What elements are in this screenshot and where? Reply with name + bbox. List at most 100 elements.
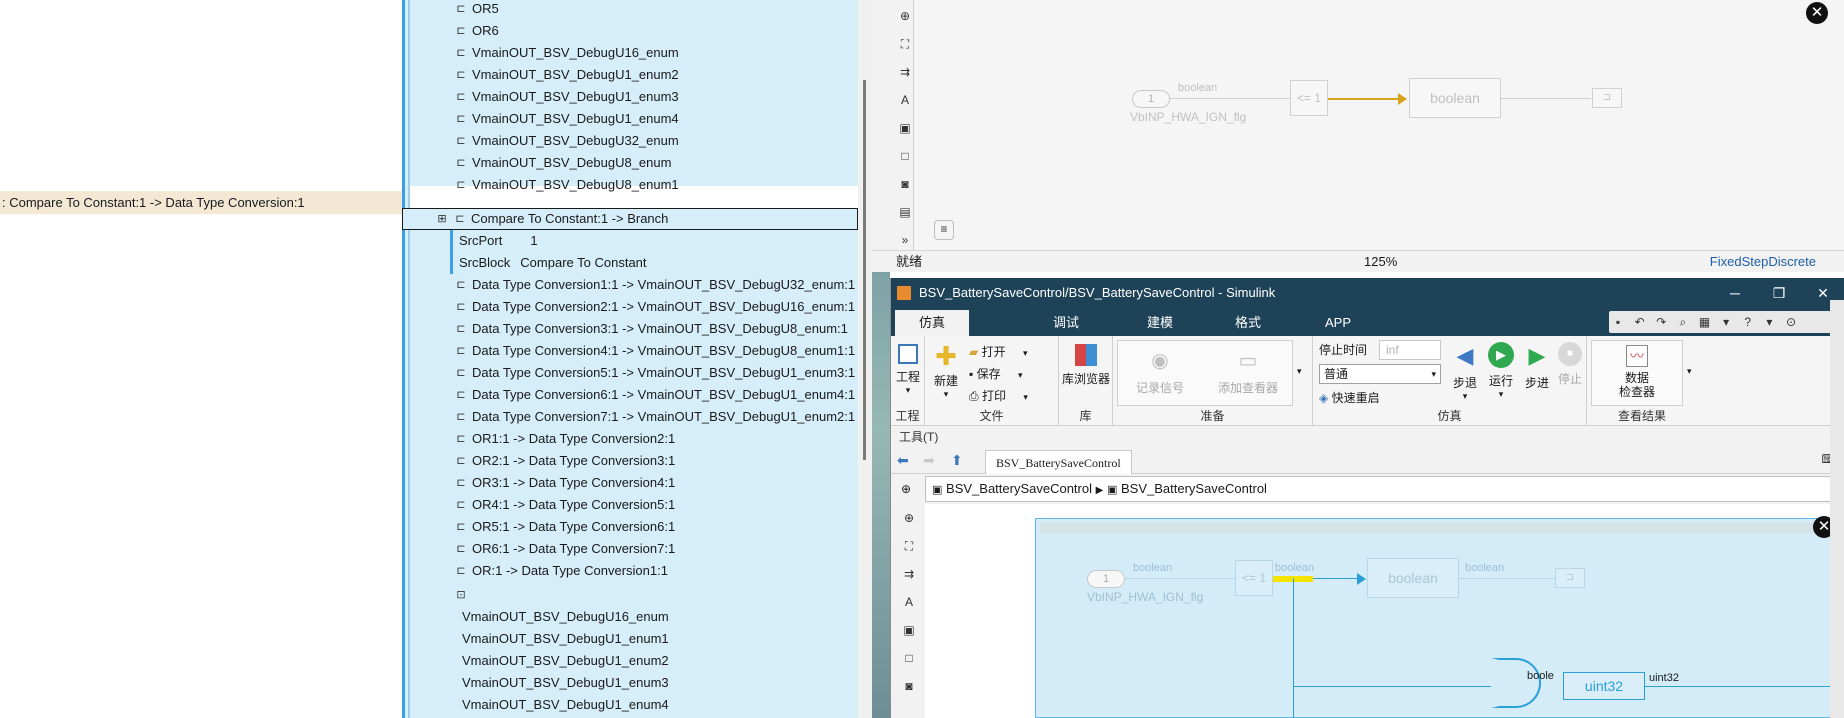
annotation-icon[interactable]: A bbox=[901, 594, 917, 610]
tree-item[interactable]: VmainOUT_BSV_DebugU1_enum4 bbox=[462, 694, 669, 716]
selection-area[interactable] bbox=[1035, 518, 1835, 718]
tree-scrollbar-thumb[interactable] bbox=[863, 80, 866, 460]
solver-link[interactable]: FixedStepDiscrete bbox=[1710, 251, 1816, 273]
output-wire[interactable] bbox=[1501, 98, 1591, 99]
model-tab[interactable]: BSV_BatterySaveControl bbox=[985, 450, 1132, 474]
expand-plus-icon[interactable]: ⊞ bbox=[435, 208, 449, 230]
signal-wire[interactable] bbox=[1170, 98, 1290, 99]
selected-signal-wire[interactable] bbox=[1328, 98, 1406, 100]
data-inspector-button[interactable]: 〰 数据 检查器 bbox=[1602, 345, 1672, 399]
compare-to-constant-block[interactable]: <= 1 bbox=[1235, 560, 1273, 596]
compare-to-constant-block[interactable]: <= 1 bbox=[1290, 80, 1328, 116]
output-wire[interactable] bbox=[1459, 578, 1555, 579]
tree-item[interactable]: ⊏ Data Type Conversion7:1 -> VmainOUT_BSV… bbox=[454, 406, 855, 428]
library-browser-button[interactable]: 库浏览器 bbox=[1059, 344, 1113, 387]
tree-item[interactable]: ⊏ OR4:1 -> Data Type Conversion5:1 bbox=[454, 494, 675, 516]
tab-debug[interactable]: 调试 bbox=[1029, 310, 1103, 336]
tab-apps[interactable]: APP bbox=[1301, 310, 1375, 336]
tree-item[interactable]: VmainOUT_BSV_DebugU1_enum2 bbox=[462, 650, 669, 672]
database-icon[interactable]: ≡ bbox=[934, 220, 954, 240]
hide-explorer-icon[interactable]: ⊕ bbox=[901, 482, 911, 496]
tab-simulation[interactable]: 仿真 bbox=[895, 310, 970, 336]
camera-icon[interactable]: ◙ bbox=[897, 176, 913, 192]
save-button[interactable]: ▪ 保存 ▾ bbox=[969, 364, 1023, 384]
tree-item[interactable]: ⊏ Data Type Conversion2:1 -> VmainOUT_BSV… bbox=[454, 296, 855, 318]
tree-item[interactable]: ⊏ VmainOUT_BSV_DebugU32_enum bbox=[454, 130, 678, 152]
zoom-icon[interactable]: ⊕ bbox=[901, 510, 917, 526]
stop-button[interactable]: ■ 停止 bbox=[1555, 342, 1585, 387]
fast-restart-toggle[interactable]: ◈ 快速重启 bbox=[1319, 388, 1380, 408]
image-icon[interactable]: ▣ bbox=[897, 120, 913, 136]
model-advisor-icon[interactable]: ▦ bbox=[1696, 311, 1714, 333]
tree-item-selected-line[interactable]: ⊞ ⊏ Compare To Constant:1 -> Branch bbox=[402, 208, 858, 230]
tree-item[interactable]: ⊏ OR1:1 -> Data Type Conversion2:1 bbox=[454, 428, 675, 450]
save-icon[interactable]: ▪ bbox=[1609, 311, 1627, 333]
help-icon[interactable]: ? bbox=[1739, 311, 1757, 333]
branch-wire-vertical[interactable] bbox=[1293, 578, 1294, 718]
gallery-expand-icon[interactable]: ▾ bbox=[1297, 366, 1302, 377]
tab-format[interactable]: 格式 bbox=[1211, 310, 1285, 336]
data-type-conversion-block[interactable]: boolean bbox=[1409, 78, 1501, 118]
undo-icon[interactable]: ↶ bbox=[1631, 311, 1649, 333]
maximize-icon[interactable]: ❐ bbox=[1757, 278, 1801, 308]
top-diagram-canvas[interactable]: ≡ 1 boolean VbINP_HWA_IGN_flg <= 1 boole… bbox=[914, 0, 1844, 250]
uint32-wire[interactable] bbox=[1645, 686, 1835, 687]
tree-item-annotation[interactable]: ⊡ bbox=[454, 584, 468, 606]
print-button[interactable]: ⎙ 打印 ▾ bbox=[969, 386, 1028, 406]
inport-block[interactable]: 1 bbox=[1087, 570, 1125, 588]
close-icon[interactable]: ✕ bbox=[1806, 2, 1828, 24]
area-icon[interactable]: □ bbox=[901, 650, 917, 666]
image-icon[interactable]: ▣ bbox=[901, 622, 917, 638]
breadcrumb-item[interactable]: BSV_BatterySaveControl bbox=[946, 481, 1092, 496]
uint32-conversion-block[interactable]: uint32 bbox=[1563, 672, 1645, 700]
add-viewer-button[interactable]: ▭ 添加查看器 bbox=[1206, 347, 1290, 396]
tree-item[interactable]: ⊏ OR:1 -> Data Type Conversion1:1 bbox=[454, 560, 668, 582]
main-diagram-canvas[interactable]: 1 boolean VbINP_HWA_IGN_flg <= 1 boolean… bbox=[925, 504, 1844, 718]
main-scrollbar[interactable] bbox=[1830, 300, 1844, 718]
collapse-ribbon-icon[interactable]: ⊙ bbox=[1782, 311, 1800, 333]
tree-item[interactable]: ⊏ VmainOUT_BSV_DebugU1_enum2 bbox=[454, 64, 678, 86]
tree-item[interactable]: ⊏ OR6:1 -> Data Type Conversion7:1 bbox=[454, 538, 675, 560]
route-lines-icon[interactable]: ⇉ bbox=[901, 566, 917, 582]
tree-item[interactable]: VmainOUT_BSV_DebugU1_enum1 bbox=[462, 628, 669, 650]
record-signals-button[interactable]: ◉ 记录信号 bbox=[1122, 347, 1198, 396]
search-icon[interactable]: ⌕ bbox=[1674, 311, 1692, 333]
simulation-mode-select[interactable]: 普通 ▾ bbox=[1319, 364, 1441, 384]
open-button[interactable]: ▰ 打开 ▾ bbox=[969, 342, 1027, 362]
fit-view-icon[interactable]: ⛶ bbox=[901, 538, 917, 554]
tree-item[interactable]: ⊏ VmainOUT_BSV_DebugU8_enum bbox=[454, 152, 671, 174]
tree-item[interactable]: ⊏ OR2:1 -> Data Type Conversion3:1 bbox=[454, 450, 675, 472]
route-lines-icon[interactable]: ⇉ bbox=[897, 64, 913, 80]
tree-item[interactable]: ⊏ OR5:1 -> Data Type Conversion6:1 bbox=[454, 516, 675, 538]
signal-wire-blue[interactable] bbox=[1313, 578, 1363, 579]
tree-scrollbar[interactable] bbox=[858, 0, 872, 718]
outport-block[interactable]: ⊐ bbox=[1555, 568, 1585, 588]
tree-item[interactable]: ⊏ VmainOUT_BSV_DebugU1_enum3 bbox=[454, 86, 678, 108]
forward-arrow-icon[interactable]: ➡ bbox=[923, 452, 935, 469]
tree-item[interactable]: ⊏ Data Type Conversion4:1 -> VmainOUT_BSV… bbox=[454, 340, 855, 362]
prop-row-srcport[interactable]: SrcPort 1 bbox=[450, 230, 538, 252]
breadcrumb-item[interactable]: BSV_BatterySaveControl bbox=[1121, 481, 1267, 496]
tree-item[interactable]: VmainOUT_BSV_DebugU1_enum3 bbox=[462, 672, 669, 694]
gallery-expand-icon[interactable]: ▾ bbox=[1687, 366, 1692, 377]
tree-item[interactable]: ⊏ OR3:1 -> Data Type Conversion4:1 bbox=[454, 472, 675, 494]
tree-item[interactable]: ⊏ VmainOUT_BSV_DebugU1_enum4 bbox=[454, 108, 678, 130]
annotation-icon[interactable]: A bbox=[897, 92, 913, 108]
prop-row-srcblock[interactable]: SrcBlock Compare To Constant bbox=[450, 252, 647, 274]
tree-item[interactable]: ⊏ Data Type Conversion3:1 -> VmainOUT_BSV… bbox=[454, 318, 848, 340]
step-back-button[interactable]: ◀ 步退 ▾ bbox=[1449, 342, 1481, 402]
outport-block[interactable]: ⊐ bbox=[1592, 88, 1622, 108]
model-browser-icon[interactable]: ▤ bbox=[897, 204, 913, 220]
up-arrow-icon[interactable]: ⬆ bbox=[951, 452, 963, 469]
redo-icon[interactable]: ↷ bbox=[1652, 311, 1670, 333]
tree-item[interactable]: ⊏ Data Type Conversion5:1 -> VmainOUT_BSV… bbox=[454, 362, 855, 384]
camera-icon[interactable]: ◙ bbox=[901, 678, 917, 694]
stop-time-input[interactable]: inf bbox=[1379, 340, 1441, 360]
tree-item[interactable]: ⊏ OR5 bbox=[454, 0, 498, 20]
or-block[interactable] bbox=[1491, 658, 1541, 708]
highlighted-row[interactable]: : Compare To Constant:1 -> Data Type Con… bbox=[0, 191, 402, 214]
tools-menu[interactable]: 工具(T) bbox=[891, 426, 1844, 448]
tree-item[interactable]: ⊏ OR6 bbox=[454, 20, 498, 42]
tree-item[interactable]: ⊏ VmainOUT_BSV_DebugU8_enum1 bbox=[454, 174, 678, 196]
area-icon[interactable]: □ bbox=[897, 148, 913, 164]
